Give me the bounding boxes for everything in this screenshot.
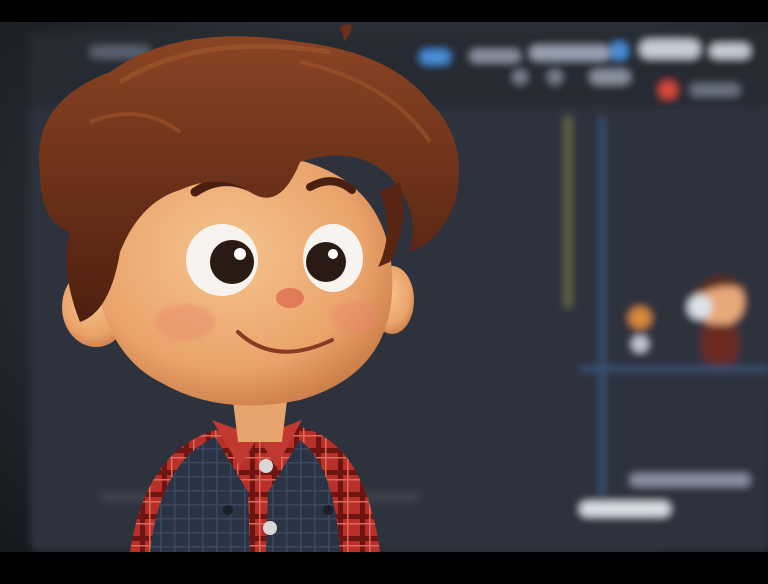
illustration (30, 24, 768, 552)
letterbox-frame (0, 0, 768, 584)
photo-scene (0, 22, 768, 552)
